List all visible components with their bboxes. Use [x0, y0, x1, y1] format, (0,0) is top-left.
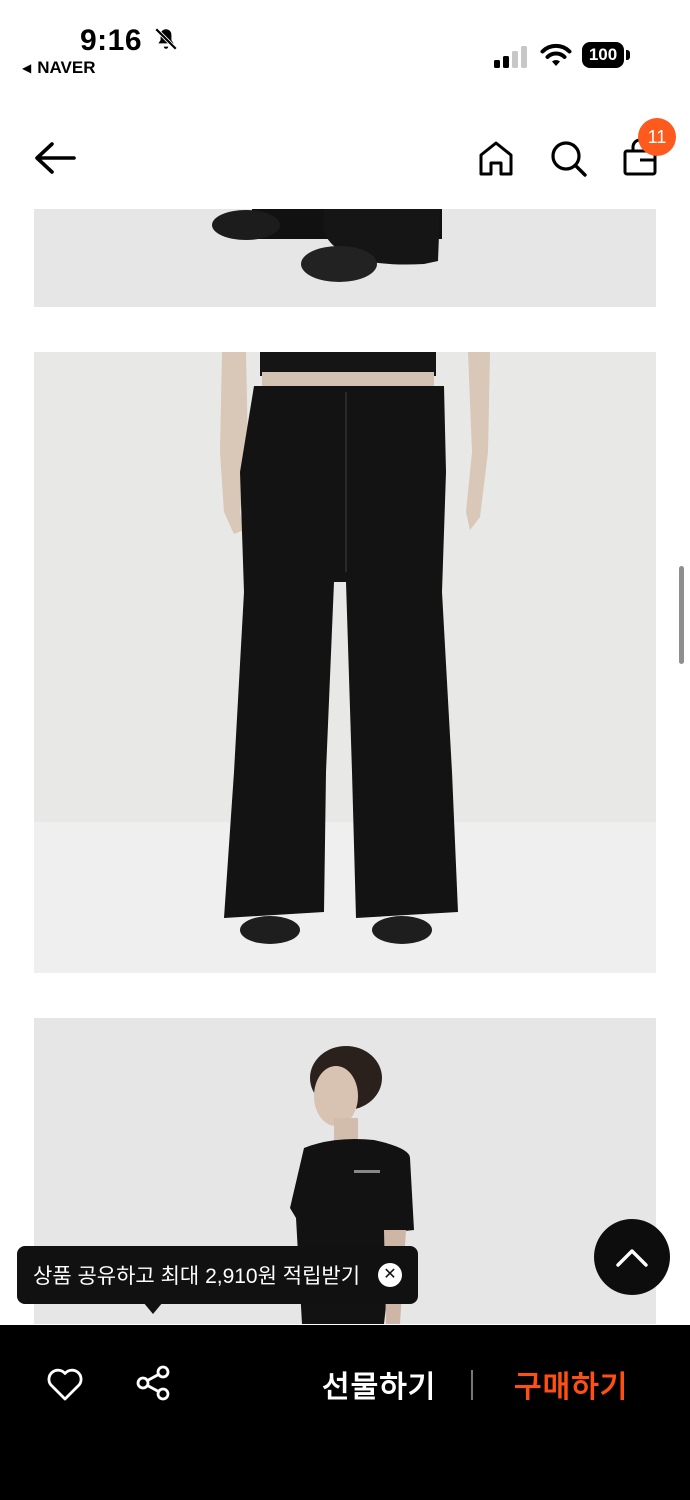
page-scrollbar[interactable]: [679, 566, 684, 664]
tooltip-text: 상품 공유하고 최대 2,910원 적립받기: [33, 1265, 361, 1288]
signal-icon: [494, 46, 527, 68]
bottom-bar-divider: [471, 1370, 473, 1400]
status-time: 9:16: [80, 24, 179, 58]
cart-count-badge: 11: [638, 118, 676, 156]
bottom-action-bar: [0, 1325, 690, 1500]
product-image-2[interactable]: [34, 352, 656, 973]
close-icon[interactable]: ✕: [378, 1263, 402, 1287]
battery-cap: [626, 50, 630, 60]
bell-off-icon: [154, 27, 177, 51]
gift-button[interactable]: 선물하기: [322, 1362, 436, 1406]
battery-level: 100: [582, 42, 624, 68]
heart-icon[interactable]: [46, 1366, 84, 1402]
home-icon[interactable]: [476, 138, 516, 178]
back-arrow-icon[interactable]: [30, 136, 80, 180]
battery-icon: 100: [582, 42, 630, 68]
share-reward-tooltip[interactable]: 상품 공유하고 최대 2,910원 적립받기 ✕: [17, 1246, 418, 1304]
tooltip-pointer: [143, 1302, 163, 1314]
buy-button[interactable]: 구매하기: [514, 1362, 628, 1406]
back-to-app-button[interactable]: ◀ NAVER: [22, 58, 95, 78]
scroll-to-top-button[interactable]: [594, 1219, 670, 1295]
product-image-1[interactable]: [34, 209, 656, 307]
chevron-up-icon: [616, 1249, 648, 1267]
wifi-icon: [540, 43, 572, 66]
search-icon[interactable]: [548, 138, 588, 178]
share-icon[interactable]: [134, 1364, 172, 1402]
back-app-label: NAVER: [37, 58, 96, 77]
back-triangle-icon: ◀: [22, 61, 32, 75]
